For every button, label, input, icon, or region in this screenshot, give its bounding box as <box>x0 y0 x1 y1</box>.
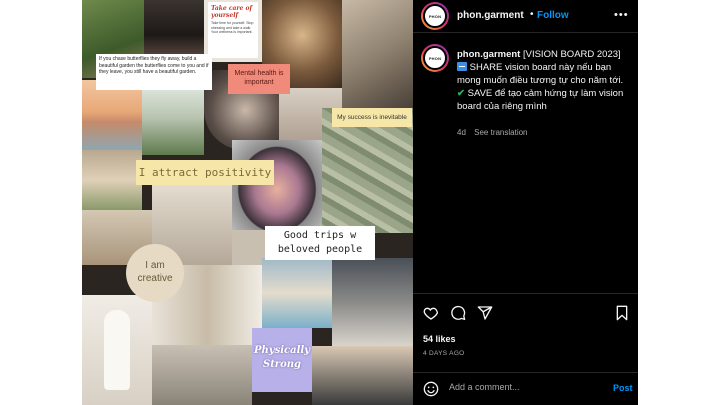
yoga-photo <box>152 345 252 405</box>
good-trips-caption: Good trips w beloved people <box>265 226 375 260</box>
avatar-logo-text: PHON <box>428 13 442 19</box>
heart-icon[interactable] <box>423 305 439 321</box>
couple-photo <box>144 0 204 58</box>
comment-icon[interactable] <box>450 305 466 321</box>
see-translation-link[interactable]: See translation <box>474 128 527 137</box>
bookmark-icon[interactable] <box>615 305 629 321</box>
gym-photo <box>332 258 413 346</box>
post-comment-button[interactable]: Post <box>613 383 633 393</box>
comment-bar: Add a comment... Post <box>413 372 638 405</box>
caption-avatar[interactable]: PHON <box>421 44 449 72</box>
send-icon[interactable] <box>477 305 493 321</box>
more-horizontal-icon[interactable]: ••• <box>614 9 629 21</box>
vision-board-image: If you chase butterflies they fly away, … <box>82 0 413 405</box>
attract-positivity-caption: I attract positivity <box>136 160 274 185</box>
action-bar <box>413 293 638 333</box>
success-caption: My success is inevitable <box>332 108 412 127</box>
avatar[interactable]: PHON <box>421 2 449 30</box>
dress-figure <box>104 310 130 390</box>
emoji-icon[interactable] <box>423 381 439 397</box>
caption-line-2: SAVE để tạo cảm hứng tự làm vision board… <box>457 88 624 112</box>
money-hand-photo <box>342 0 413 108</box>
picnic-photo <box>82 150 142 210</box>
comment-input[interactable]: Add a comment... <box>449 382 599 397</box>
caption-meta: 4d See translation <box>457 128 528 137</box>
instagram-post: If you chase butterflies they fly away, … <box>82 0 638 405</box>
beach-sunset-photo <box>82 80 142 150</box>
take-care-title: Take care of yourself <box>211 5 253 19</box>
caption-age: 4d <box>457 128 466 137</box>
username-link[interactable]: phon.garment <box>457 10 524 21</box>
house-photo <box>142 80 204 155</box>
caption-username[interactable]: phon.garment <box>457 49 520 60</box>
separator-dot: • <box>530 9 534 20</box>
post-header: PHON phon.garment • Follow ••• <box>413 0 638 33</box>
airplane-window-photo <box>232 140 322 230</box>
creative-caption: I am creative <box>126 244 184 302</box>
post-side-panel: PHON phon.garment • Follow ••• PHON phon… <box>413 0 638 405</box>
mental-health-caption: Mental health is important <box>228 64 290 94</box>
pool-villa-photo <box>262 258 332 328</box>
workout-photo <box>312 346 413 405</box>
butterflies-quote: If you chase butterflies they fly away, … <box>96 54 212 90</box>
caption-avatar-logo-text: PHON <box>428 55 442 61</box>
share-emoji-icon <box>457 62 467 71</box>
caption-text: phon.garment [VISION BOARD 2023] SHARE v… <box>457 48 633 113</box>
check-mark-icon: ✔ <box>457 88 465 99</box>
caption-title: [VISION BOARD 2023] <box>522 49 621 60</box>
physically-strong-caption: Physically Strong <box>252 328 312 392</box>
follow-button[interactable]: Follow <box>537 10 569 21</box>
post-timestamp: 4 DAYS AGO <box>423 350 465 357</box>
likes-count[interactable]: 54 likes <box>423 334 456 344</box>
caption-line-1: SHARE vision board này nếu bạn mong muốn… <box>457 62 624 86</box>
take-care-body: Take time for yourself. Stop stressing a… <box>211 21 254 34</box>
take-care-note: Take care of yourself Take time for your… <box>208 2 258 58</box>
